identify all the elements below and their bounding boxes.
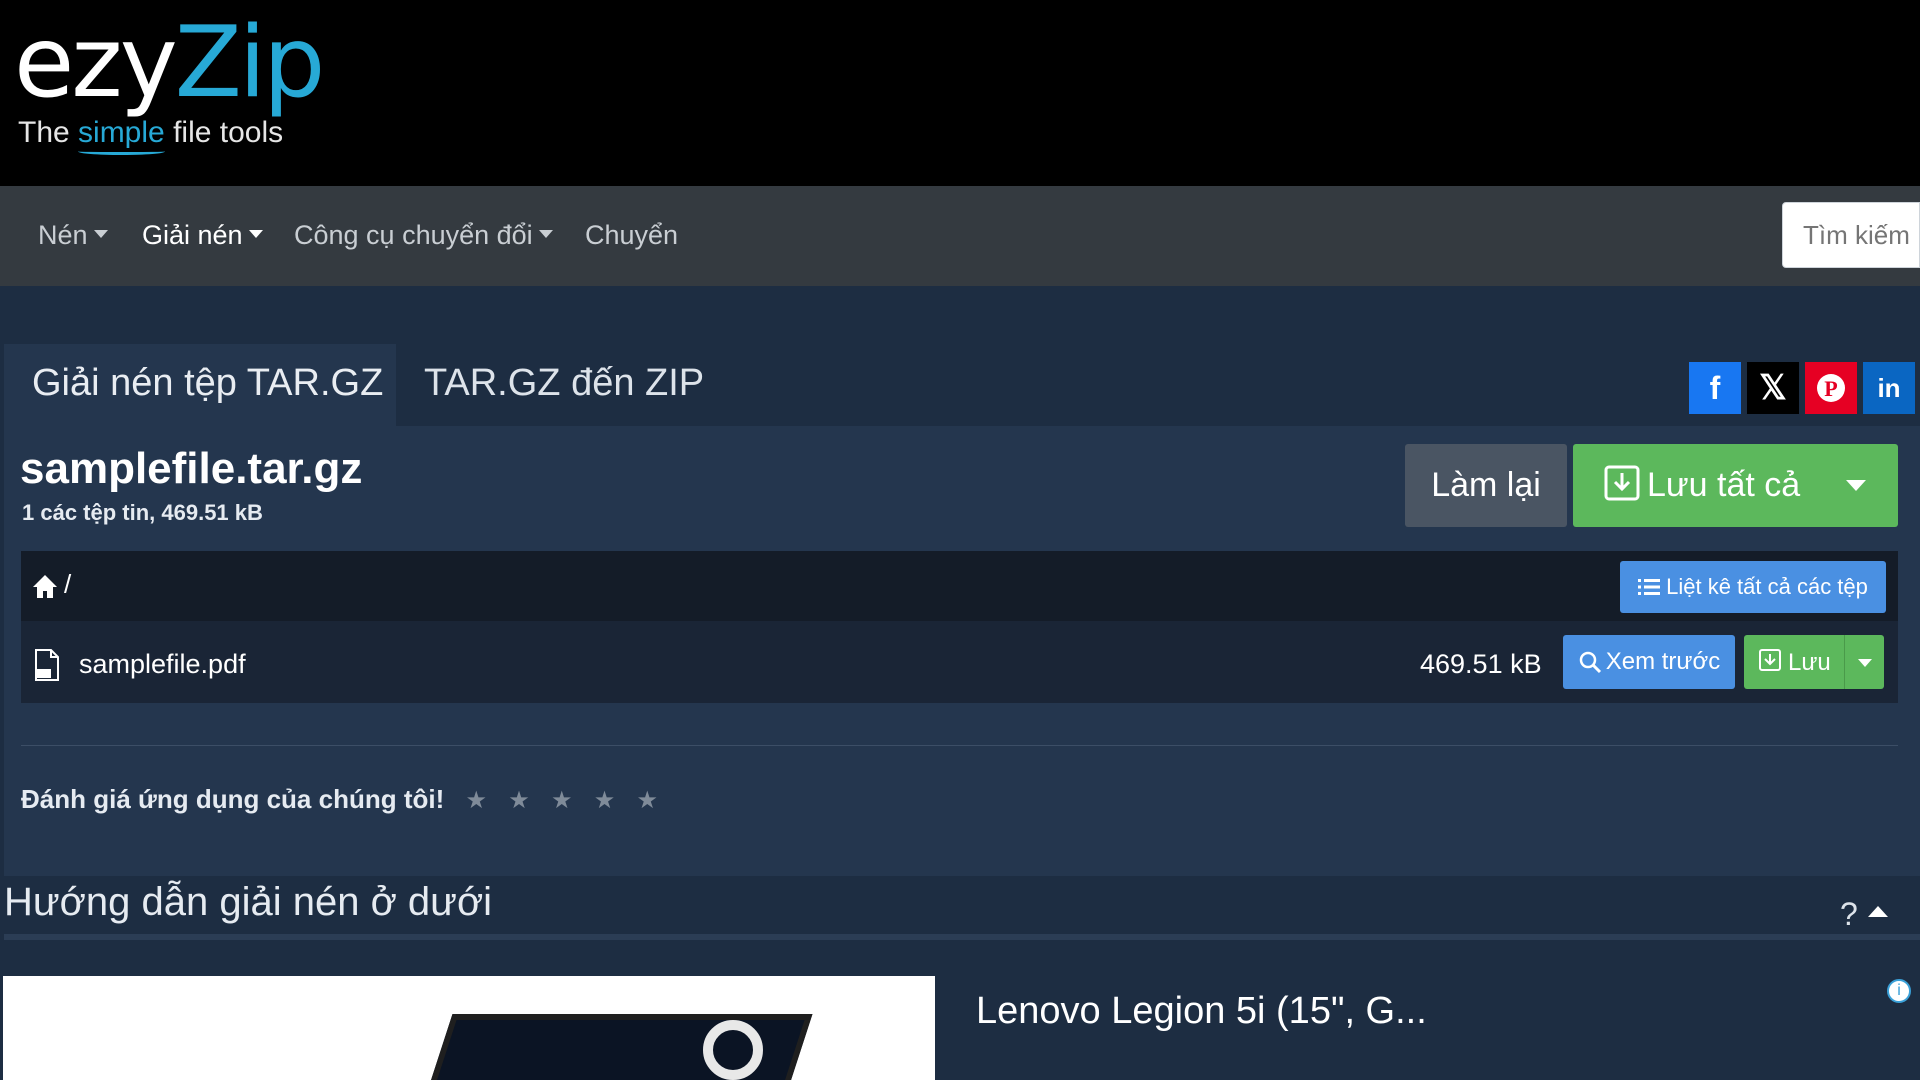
file-size: 469.51 kB [1420,649,1542,679]
list-all-label: Liệt kê tất cả các tệp [1666,574,1868,599]
tagline: The simple file tools [18,116,283,150]
preview-label: Xem trước [1605,648,1721,675]
pdf-file-icon [35,649,59,681]
nav-label: Nén [38,220,88,250]
reset-button[interactable]: Làm lại [1405,444,1567,527]
breadcrumb-path[interactable]: / [64,569,71,600]
save-file-label: Lưu [1788,649,1831,676]
ad-image[interactable] [3,976,935,1080]
nav-label: Chuyển [585,220,679,250]
search-input[interactable] [1782,202,1920,268]
logo-text-main: ezy [14,6,178,120]
search-icon [1579,651,1601,674]
list-icon [1638,579,1661,595]
home-icon[interactable] [31,573,59,599]
linkedin-share-button[interactable]: in [1863,362,1915,414]
ad-title[interactable]: Lenovo Legion 5i (15", G... [976,990,1427,1033]
path-bar: / Liệt kê tất cả các tệp [21,551,1898,621]
facebook-share-button[interactable]: f [1689,362,1741,414]
pinterest-glyph: P [1824,376,1837,401]
tab-extract-targz[interactable]: Giải nén tệp TAR.GZ [4,344,396,426]
chevron-down-icon[interactable] [1846,480,1866,491]
laptop-logo-ring [703,1020,763,1080]
linkedin-icon: in [1877,372,1901,403]
facebook-icon: f [1709,369,1721,406]
caret-down-icon [538,229,553,238]
guide-title: Hướng dẫn giải nén ở dưới [4,880,493,924]
star-icon[interactable]: ★ [508,786,530,815]
caret-down-icon [248,229,263,238]
list-all-files-button[interactable]: Liệt kê tất cả các tệp [1620,561,1886,613]
nav-label: Giải nén [142,220,243,250]
star-icon[interactable]: ★ [636,786,658,815]
caret-down-icon [93,229,108,238]
help-icon[interactable]: ? [1840,896,1858,933]
guide-section: Hướng dẫn giải nén ở dưới ? [4,880,1920,938]
star-icon[interactable]: ★ [551,786,573,815]
pinterest-icon: P [1817,374,1845,402]
tagline-pre: The [18,116,79,149]
file-name[interactable]: samplefile.pdf [79,649,246,680]
chevron-down-icon[interactable] [1858,659,1872,667]
archive-filename: samplefile.tar.gz [20,444,363,493]
download-icon [1604,465,1640,501]
nav-item-extract[interactable]: Giải nén [142,220,263,251]
archive-info: 1 các tệp tin, 469.51 kB [22,500,263,525]
nav-item-converters[interactable]: Công cụ chuyển đổi [294,220,553,251]
guide-divider [4,934,1920,940]
rating: Đánh giá ứng dụng của chúng tôi! ★ ★ ★ ★… [21,784,658,815]
x-icon: 𝕏 [1759,369,1787,407]
x-share-button[interactable]: 𝕏 [1747,362,1799,414]
chevron-up-icon[interactable] [1868,906,1888,917]
rating-label: Đánh giá ứng dụng của chúng tôi! [21,784,445,814]
save-all-label: Lưu tất cả [1647,466,1801,504]
logo-text-accent: Zip [174,6,326,120]
file-row: samplefile.pdf 469.51 kB Xem trước Lưu [21,621,1898,703]
site-header: ezyZip The simple file tools [0,0,1920,186]
tagline-accent: simple [78,116,165,149]
preview-button[interactable]: Xem trước [1563,635,1735,689]
tab-targz-to-zip[interactable]: TAR.GZ đến ZIP [396,344,732,426]
button-separator [1844,635,1845,689]
ad-info-icon[interactable]: i [1887,979,1911,1003]
tagline-post: file tools [164,116,284,149]
pinterest-share-button[interactable]: P [1805,362,1857,414]
nav-item-convert[interactable]: Chuyển [585,220,678,251]
nav-label: Công cụ chuyển đổi [294,220,533,250]
logo[interactable]: ezyZip [14,14,325,112]
download-icon [1759,649,1781,671]
main-nav: Nén Giải nén Công cụ chuyển đổi Chuyển [0,186,1920,286]
divider [21,745,1898,746]
save-all-button[interactable]: Lưu tất cả [1573,444,1898,527]
nav-item-compress[interactable]: Nén [38,220,108,251]
save-file-button[interactable]: Lưu [1744,635,1884,689]
star-icon[interactable]: ★ [594,786,616,815]
star-icon[interactable]: ★ [465,786,487,815]
